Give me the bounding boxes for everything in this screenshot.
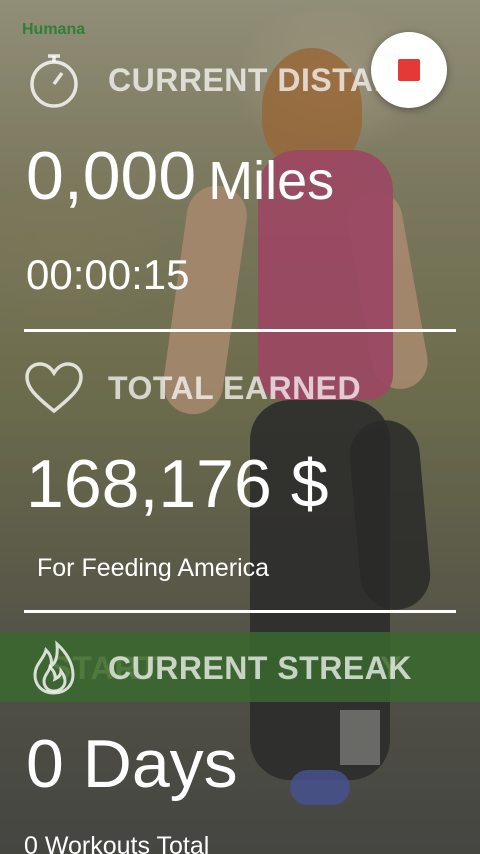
divider	[24, 610, 456, 613]
earned-value: 168,176 $	[26, 446, 329, 522]
flame-icon	[24, 638, 84, 698]
elapsed-time: 00:00:15	[26, 251, 190, 298]
earned-caption: For Feeding America	[37, 554, 270, 582]
distance-value: 0,000	[26, 138, 197, 214]
workout-screen: Humana CURRENT DISTANCE 0,000 Miles 00:00…	[0, 0, 480, 854]
stopwatch-icon	[24, 50, 84, 110]
streak-value: 0 Days	[26, 726, 238, 802]
heart-icon	[24, 358, 84, 418]
earned-title: TOTAL EARNED	[108, 369, 362, 406]
brand-logo: Humana	[22, 21, 86, 38]
earned-header: TOTAL EARNED	[24, 358, 361, 418]
distance-unit: Miles	[208, 151, 335, 211]
workouts-total: 0 Workouts Total	[24, 832, 210, 854]
streak-header: CURRENT STREAK	[24, 638, 412, 698]
distance-value-row: 0,000 Miles	[26, 142, 334, 210]
stop-icon	[398, 59, 420, 81]
stop-button[interactable]	[371, 32, 447, 108]
streak-title: CURRENT STREAK	[108, 649, 412, 686]
divider	[24, 329, 456, 332]
